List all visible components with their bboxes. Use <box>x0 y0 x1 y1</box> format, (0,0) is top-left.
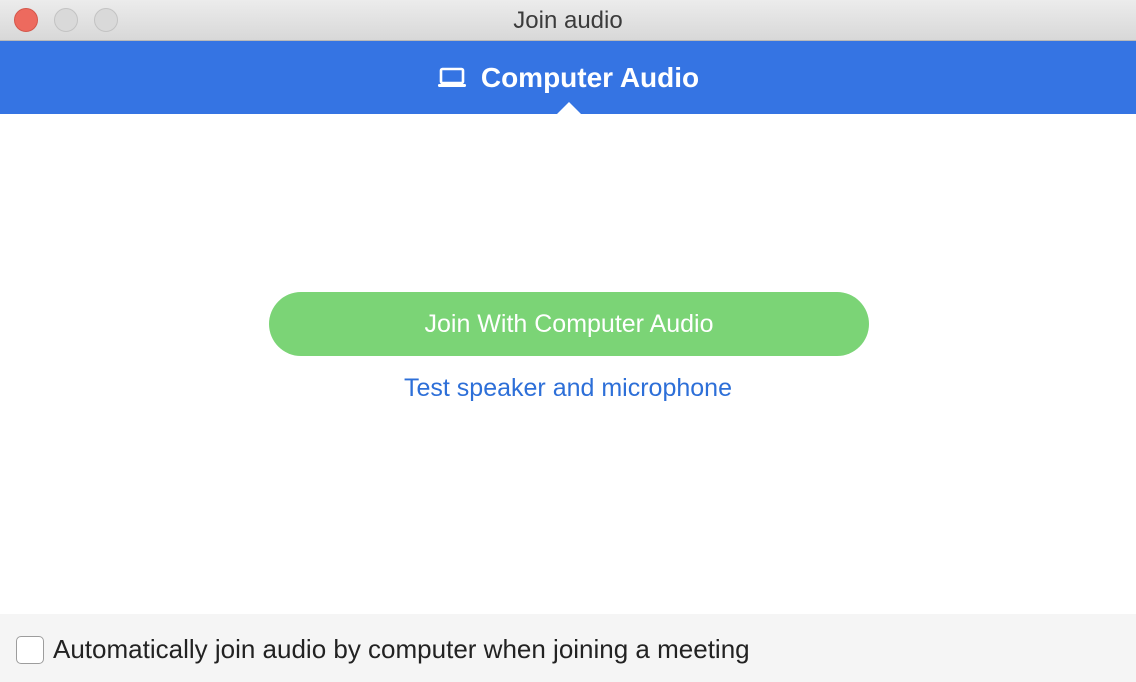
laptop-icon <box>437 66 467 90</box>
auto-join-audio-label[interactable]: Automatically join audio by computer whe… <box>53 634 750 665</box>
tab-label: Computer Audio <box>480 61 700 93</box>
window-title: Join audio <box>513 7 623 34</box>
auto-join-audio-checkbox[interactable] <box>16 636 44 664</box>
selected-tab-indicator <box>557 102 581 114</box>
join-audio-window: Join audio Computer Audio Join With Comp… <box>0 0 1136 682</box>
title-bar[interactable]: Join audio <box>0 0 1136 41</box>
join-with-computer-audio-button[interactable]: Join With Computer Audio <box>269 292 869 356</box>
audio-tab-bar: Computer Audio <box>0 41 1136 114</box>
test-speaker-and-microphone-link[interactable]: Test speaker and microphone <box>0 374 1136 403</box>
footer: Automatically join audio by computer whe… <box>0 614 1136 682</box>
